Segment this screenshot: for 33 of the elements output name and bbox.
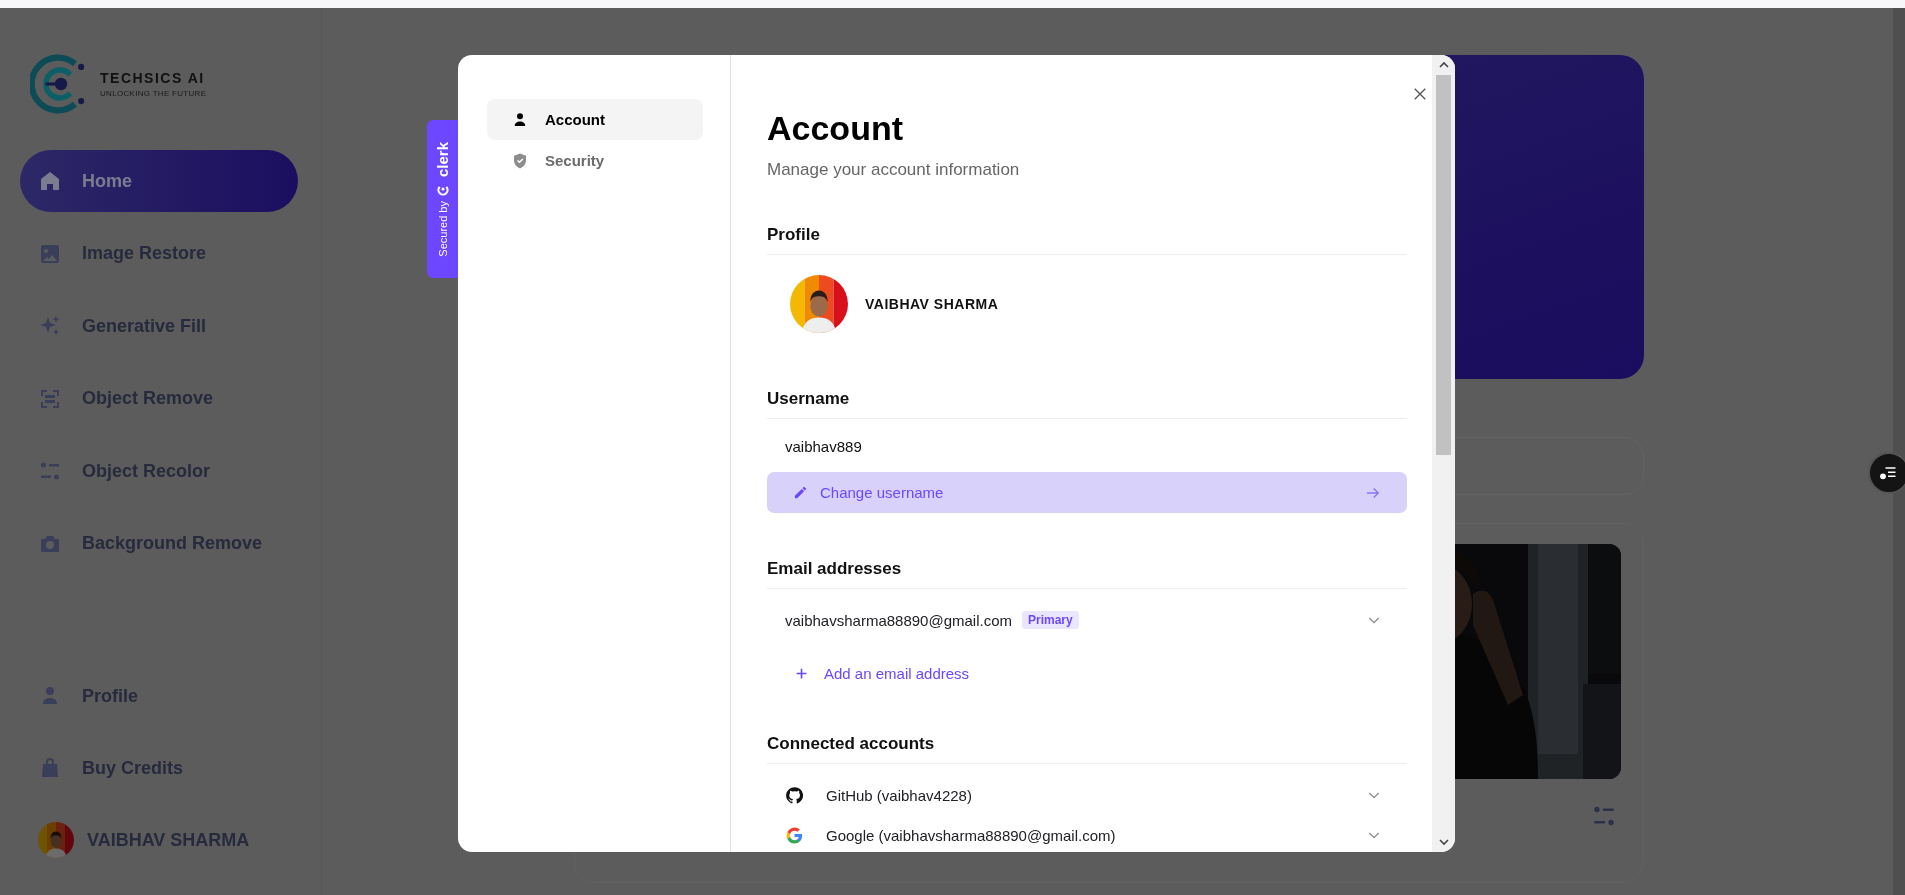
section-heading: Email addresses xyxy=(767,558,1407,589)
add-email-link[interactable]: Add an email address xyxy=(767,655,1407,691)
section-heading: Profile xyxy=(767,224,1407,255)
logo-name: TECHSICS AI xyxy=(100,70,206,86)
page-subtitle: Manage your account information xyxy=(767,159,1021,181)
clerk-brand: clerk xyxy=(434,141,451,177)
chevron-down-icon[interactable] xyxy=(1437,836,1450,848)
email-address: vaibhavsharma88890@gmail.com xyxy=(785,611,1012,629)
nav-item[interactable]: Home xyxy=(20,150,298,212)
page-scrollbar[interactable] xyxy=(1893,8,1905,895)
profile-name: VAIBHAV SHARMA xyxy=(865,296,999,312)
section-heading: Connected accounts xyxy=(767,733,1407,764)
modal-nav-item[interactable]: Security xyxy=(487,140,703,181)
home-icon xyxy=(38,169,62,193)
page-title: Account xyxy=(767,108,904,149)
secured-badge[interactable]: Secured by clerk xyxy=(427,120,458,278)
floating-button[interactable] xyxy=(1868,452,1905,494)
plus-icon xyxy=(795,666,808,680)
shield-icon xyxy=(511,151,529,170)
scroll-thumb[interactable] xyxy=(1436,75,1451,455)
github-logo-icon xyxy=(785,785,804,805)
primary-badge: Primary xyxy=(1022,611,1079,629)
connected-account: Google (vaibhavsharma88890@gmail.com) xyxy=(826,826,1116,844)
google-logo-icon xyxy=(785,825,804,845)
close-icon xyxy=(1413,87,1427,101)
secured-by-label: Secured by xyxy=(436,200,449,257)
connected-account: GitHub (vaibhav4228) xyxy=(826,786,972,804)
username-value: vaibhav889 xyxy=(784,437,863,457)
modal-nav-item[interactable]: Account xyxy=(487,99,703,140)
change-username-button[interactable]: Change username xyxy=(767,472,1407,513)
section-heading: Username xyxy=(767,388,1407,419)
pencil-icon xyxy=(793,485,808,500)
modal-scrollbar[interactable] xyxy=(1432,55,1455,852)
